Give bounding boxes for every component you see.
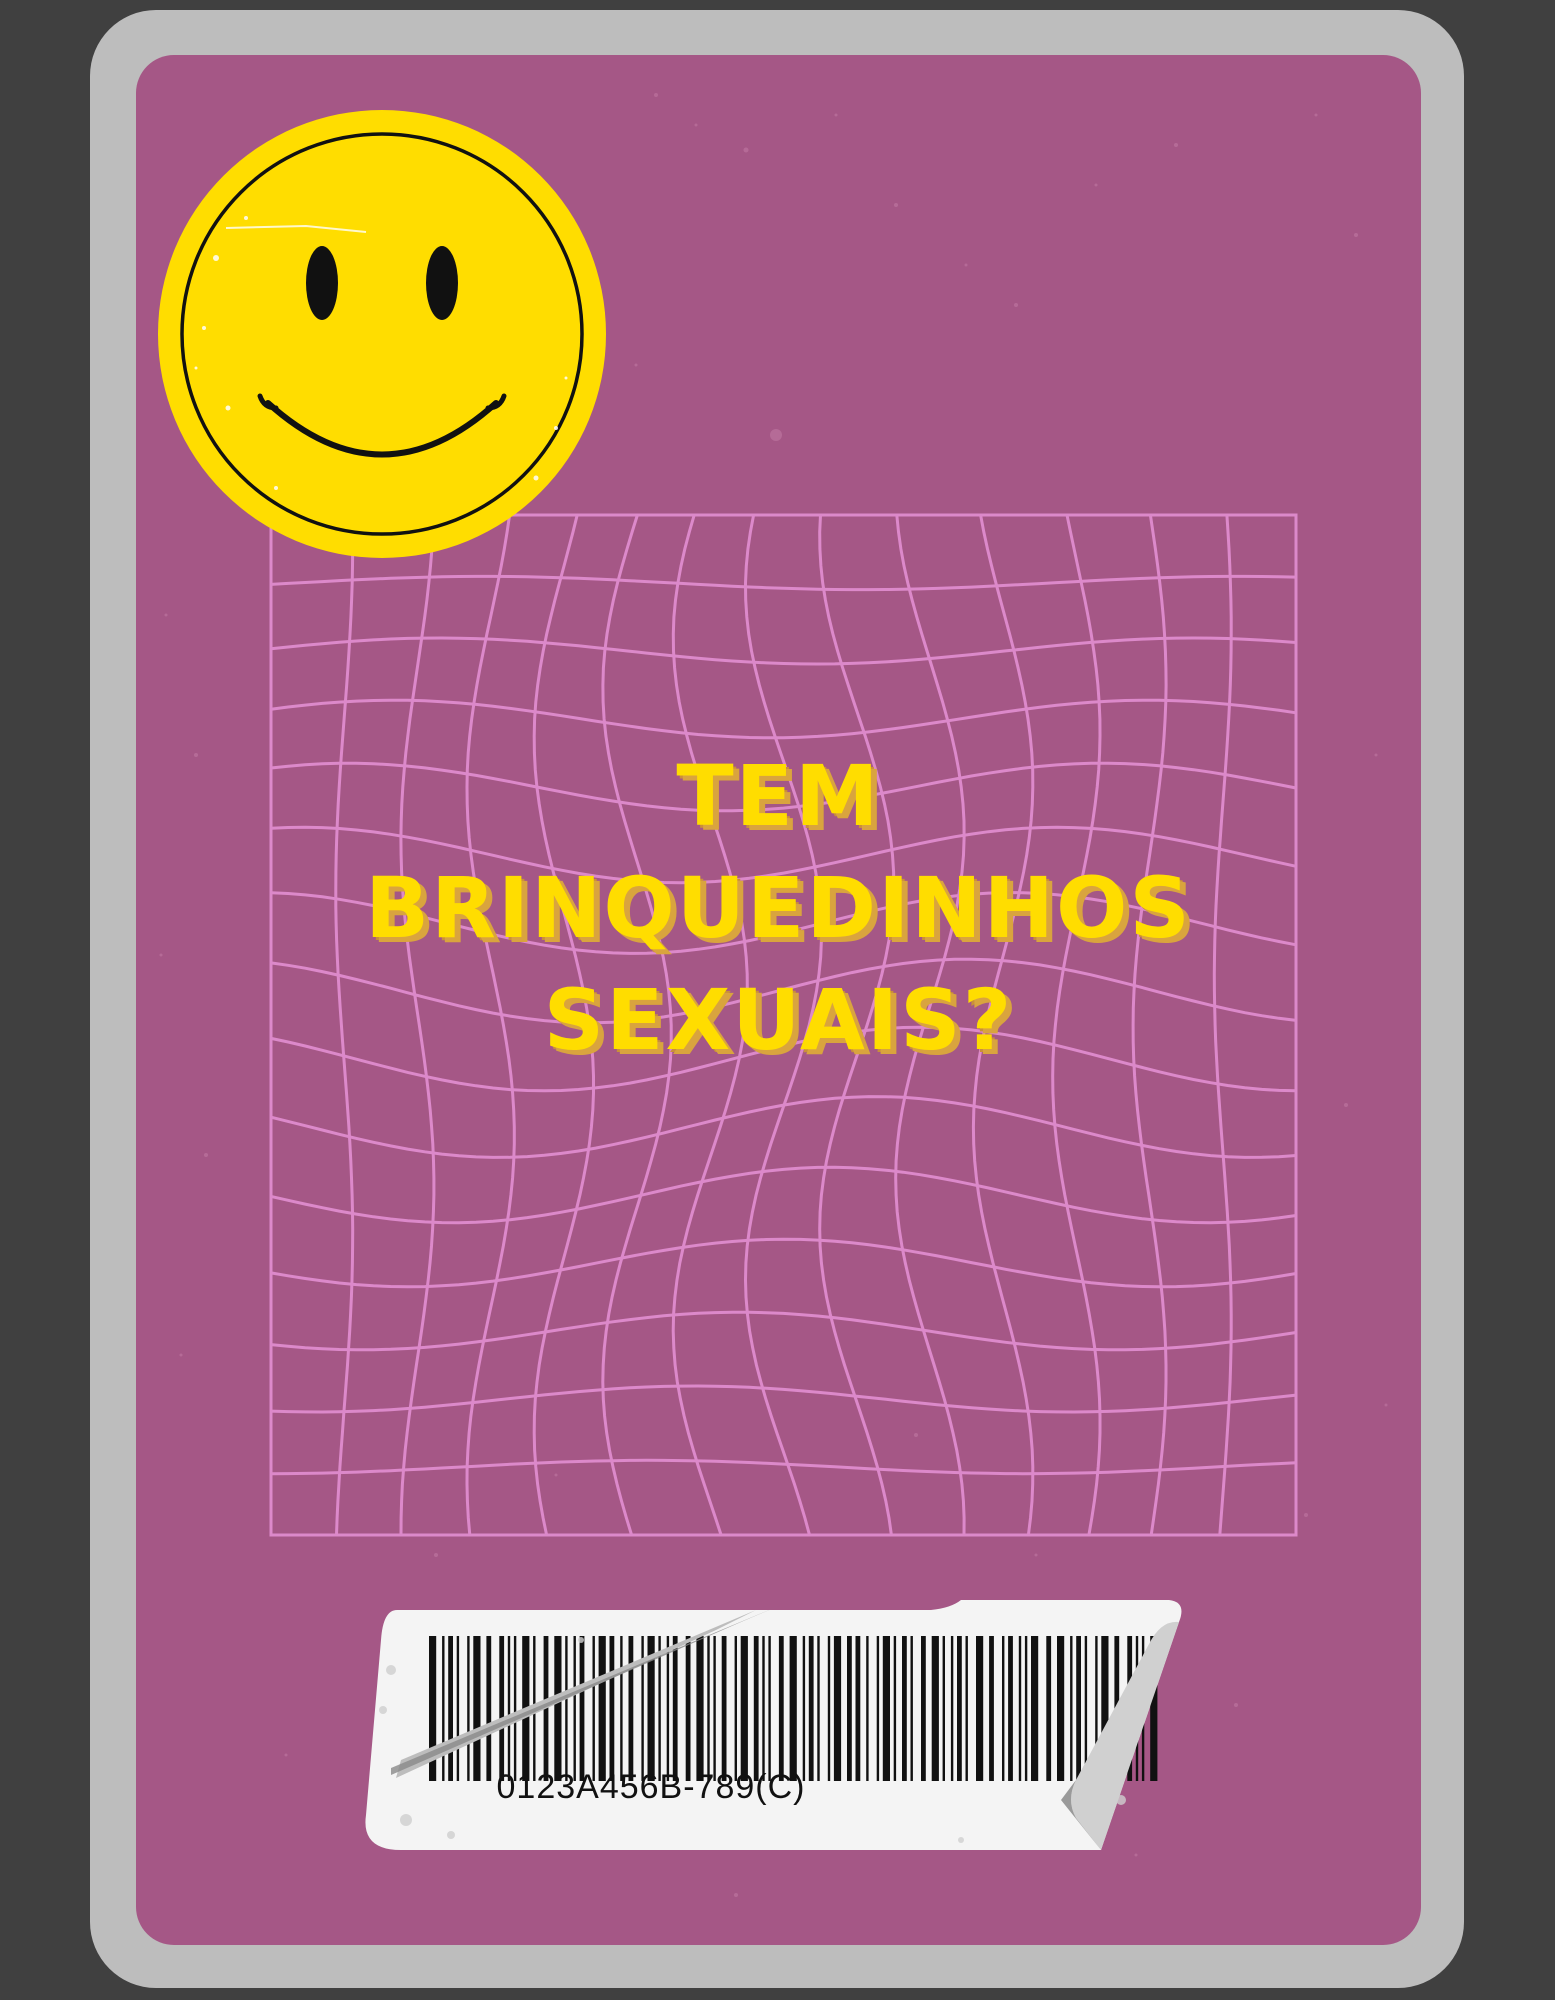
barcode-icon xyxy=(365,1600,1182,1850)
barcode-bar xyxy=(579,1636,585,1781)
barcode-bar xyxy=(882,1636,890,1781)
barcode-bar xyxy=(876,1636,880,1781)
barcode-bar xyxy=(620,1636,623,1781)
barcode-bar xyxy=(833,1636,842,1781)
barcode-bar xyxy=(753,1636,759,1781)
barcode-bar xyxy=(721,1636,727,1781)
barcode-bar xyxy=(976,1636,984,1781)
barcode-bar xyxy=(740,1636,748,1781)
grid-line xyxy=(270,1458,1297,1476)
barcode-bar xyxy=(707,1636,710,1781)
barcode-bar xyxy=(942,1636,945,1781)
barcode-bar xyxy=(554,1636,562,1781)
barcode-bar xyxy=(931,1636,939,1781)
barcode-bar xyxy=(598,1636,606,1781)
barcode-bar xyxy=(1002,1636,1005,1781)
title-line: SEXUAIS? xyxy=(543,971,1014,1069)
barcode-bar xyxy=(499,1636,505,1781)
barcode-bar xyxy=(817,1636,820,1781)
barcode-bar xyxy=(565,1636,568,1781)
barcode-bar xyxy=(989,1636,994,1781)
barcode-bar xyxy=(1018,1636,1022,1781)
barcode-bar xyxy=(713,1636,716,1781)
grid-line xyxy=(270,1165,1297,1225)
barcode-bar xyxy=(1031,1636,1039,1781)
barcode-bar xyxy=(950,1636,954,1781)
barcode-bar xyxy=(467,1636,470,1781)
barcode-bar xyxy=(507,1636,511,1781)
barcode-bar xyxy=(1070,1636,1073,1781)
grid-line xyxy=(270,698,1297,740)
barcode-bar xyxy=(672,1636,678,1781)
barcode-bar xyxy=(1084,1636,1088,1781)
barcode-bar xyxy=(666,1636,670,1781)
barcode-bar xyxy=(902,1636,907,1781)
title-line: BRINQUEDINHOS xyxy=(365,859,1192,957)
title-line: TEM xyxy=(676,747,881,845)
barcode-bar xyxy=(910,1636,913,1781)
barcode-bar xyxy=(965,1636,968,1781)
barcode-bar xyxy=(456,1636,460,1781)
grid-line xyxy=(270,1237,1297,1289)
barcode-bar xyxy=(1024,1636,1028,1781)
barcode-bar xyxy=(486,1636,492,1781)
barcode-bar xyxy=(1057,1636,1065,1781)
barcode-bar xyxy=(855,1636,861,1781)
grid-line xyxy=(270,1384,1297,1414)
barcode-bar xyxy=(1008,1636,1013,1781)
barcode-bar xyxy=(866,1636,869,1781)
smiley-face-icon xyxy=(158,110,606,558)
barcode-bar xyxy=(921,1636,926,1781)
barcode-bar xyxy=(628,1636,634,1781)
barcode-bar xyxy=(957,1636,962,1781)
grid-line xyxy=(270,636,1297,666)
barcode-bar xyxy=(734,1636,737,1781)
barcode-bar xyxy=(609,1636,615,1781)
card-frame: TEM BRINQUEDINHOS SEXUAIS? 0123A456B-789… xyxy=(90,10,1464,1988)
barcode-bar xyxy=(789,1636,797,1781)
barcode-number: 0123A456B-789(C) xyxy=(496,1768,806,1806)
barcode-bar xyxy=(592,1636,595,1781)
question-card: TEM BRINQUEDINHOS SEXUAIS? 0123A456B-789… xyxy=(136,55,1421,1945)
card-question-title: TEM BRINQUEDINHOS SEXUAIS? xyxy=(256,740,1301,1076)
barcode-bar xyxy=(893,1636,897,1781)
barcode-bar xyxy=(513,1636,517,1781)
barcode-bar xyxy=(768,1636,771,1781)
barcode-bar xyxy=(778,1636,784,1781)
grid-line xyxy=(270,574,1297,592)
barcode-bar xyxy=(827,1636,831,1781)
barcode-bar xyxy=(762,1636,765,1781)
barcode-bar xyxy=(448,1636,453,1781)
barcode-bar xyxy=(1076,1636,1081,1781)
barcode-bar xyxy=(808,1636,814,1781)
barcode-bar xyxy=(473,1636,481,1781)
barcode-bar xyxy=(847,1636,852,1781)
barcode-bar xyxy=(696,1636,704,1781)
barcode-bar xyxy=(442,1636,445,1781)
barcode-bar xyxy=(802,1636,806,1781)
barcode-bar xyxy=(685,1636,691,1781)
barcode-bar xyxy=(573,1636,576,1781)
barcode-bar xyxy=(1046,1636,1052,1781)
